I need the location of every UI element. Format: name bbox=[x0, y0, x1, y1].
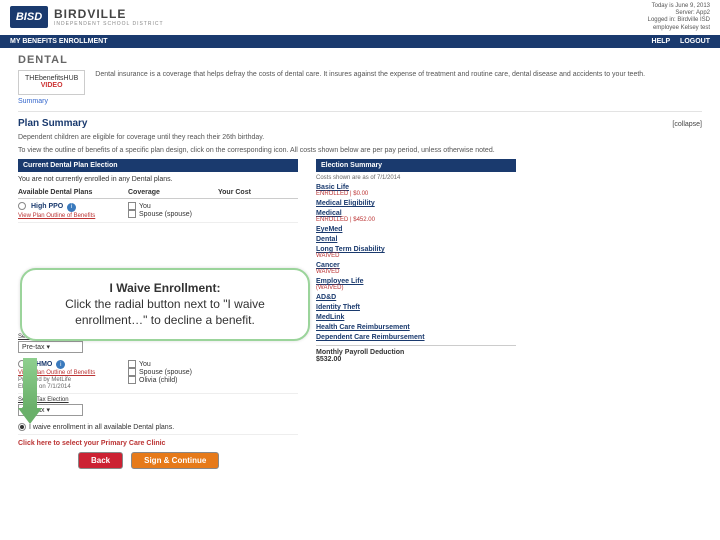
back-button[interactable]: Back bbox=[78, 452, 123, 469]
tax-election-label-2: Select Tax Election bbox=[18, 397, 298, 403]
collapse-toggle[interactable]: [collapse] bbox=[672, 121, 702, 128]
page-title: DENTAL bbox=[18, 54, 702, 66]
callout-title: I Waive Enrollment: bbox=[110, 281, 221, 295]
summary-item-sub: WAIVED bbox=[316, 253, 516, 259]
summary-item-sub: WAIVED bbox=[316, 269, 516, 275]
costs-asof: Costs shown are as of 7/1/2014 bbox=[316, 175, 516, 181]
logo: BISD BIRDVILLE INDEPENDENT SCHOOL DISTRI… bbox=[10, 6, 164, 28]
callout-body2: enrollment…" to decline a benefit. bbox=[36, 312, 294, 328]
plans-header: Available Dental Plans Coverage Your Cos… bbox=[18, 187, 298, 199]
session-meta: Today is June 9, 2013 Server: App2 Logge… bbox=[648, 3, 710, 32]
summary-item-head[interactable]: Dependent Care Reimbursement bbox=[316, 334, 516, 341]
summary-item-head[interactable]: AD&D bbox=[316, 294, 516, 301]
plan-row-high-ppo: High PPO i View Plan Outline of Benefits… bbox=[18, 199, 298, 222]
checkbox-you[interactable] bbox=[128, 202, 136, 210]
nav-logout[interactable]: LOGOUT bbox=[680, 38, 710, 45]
summary-item-sub: ENROLLED | $452.00 bbox=[316, 217, 516, 223]
summary-item-head[interactable]: Identity Theft bbox=[316, 304, 516, 311]
th-plans: Available Dental Plans bbox=[18, 189, 128, 196]
radio-waive[interactable] bbox=[18, 423, 26, 431]
summary-item-head[interactable]: EyeMed bbox=[316, 226, 516, 233]
note-outline: To view the outline of benefits of a spe… bbox=[18, 146, 702, 155]
hub-line2: VIDEO bbox=[25, 82, 78, 90]
summary-item-head[interactable]: MedLink bbox=[316, 314, 516, 321]
nav-help[interactable]: HELP bbox=[652, 38, 671, 45]
current-election-bar: Current Dental Plan Election bbox=[18, 159, 298, 172]
logo-subtext: INDEPENDENT SCHOOL DISTRICT bbox=[54, 21, 164, 27]
deduction-label: Monthly Payroll Deduction bbox=[316, 349, 516, 356]
arrow-icon bbox=[18, 358, 42, 424]
tax-election-select[interactable]: Pre-tax ▾ bbox=[18, 341, 83, 353]
summary-item-sub: (WAIVED) bbox=[316, 285, 516, 291]
th-cost: Your Cost bbox=[218, 189, 298, 196]
summary-item-head[interactable]: Medical bbox=[316, 210, 516, 217]
summary-item-sub: ENROLLED | $0.00 bbox=[316, 191, 516, 197]
plan-summary-heading: Plan Summary bbox=[18, 118, 87, 129]
callout-body1: Click the radial button next to "I waive bbox=[36, 296, 294, 312]
info-icon[interactable]: i bbox=[56, 360, 65, 369]
waive-row: I waive enrollment in all available Dent… bbox=[18, 420, 298, 435]
hub-line1: THEbenefitsHUB bbox=[25, 75, 78, 83]
summary-item-head[interactable]: Medical Eligibility bbox=[316, 200, 516, 207]
deduction-value: $532.00 bbox=[316, 356, 516, 363]
summary-item-head[interactable]: Dental bbox=[316, 236, 516, 243]
nav-title: MY BENEFITS ENROLLMENT bbox=[10, 38, 107, 45]
not-enrolled-text: You are not currently enrolled in any De… bbox=[18, 176, 298, 183]
sign-continue-button[interactable]: Sign & Continue bbox=[131, 452, 219, 469]
checkbox-spouse[interactable] bbox=[128, 210, 136, 218]
meta-employee: employee Kelsey test bbox=[648, 25, 710, 32]
logo-text: BIRDVILLE bbox=[54, 7, 164, 21]
checkbox-spouse[interactable] bbox=[128, 368, 136, 376]
election-summary-list: Basic LifeENROLLED | $0.00 Medical Eligib… bbox=[316, 184, 516, 341]
summary-item-head[interactable]: Basic Life bbox=[316, 184, 516, 191]
election-summary-bar: Election Summary bbox=[316, 159, 516, 172]
meta-date: Today is June 9, 2013 bbox=[648, 3, 710, 10]
summary-item-head[interactable]: Health Care Reimbursement bbox=[316, 324, 516, 331]
intro-text: Dental insurance is a coverage that help… bbox=[95, 70, 645, 105]
checkbox-you[interactable] bbox=[128, 360, 136, 368]
info-icon[interactable]: i bbox=[67, 203, 76, 212]
plan-name: High PPO bbox=[31, 203, 63, 210]
checkbox-child[interactable] bbox=[128, 376, 136, 384]
logo-badge: BISD bbox=[10, 6, 48, 28]
th-coverage: Coverage bbox=[128, 189, 218, 196]
radio-high-ppo[interactable] bbox=[18, 202, 26, 210]
view-benefits-link[interactable]: View Plan Outline of Benefits bbox=[18, 213, 95, 219]
primary-care-link[interactable]: Click here to select your Primary Care C… bbox=[18, 440, 298, 447]
waive-text: I waive enrollment in all available Dent… bbox=[29, 424, 174, 431]
summary-item-head[interactable]: Cancer bbox=[316, 262, 516, 269]
nav-bar: MY BENEFITS ENROLLMENT HELP LOGOUT bbox=[0, 35, 720, 48]
summary-item-head[interactable]: Long Term Disability bbox=[316, 246, 516, 253]
note-dependents: Dependent children are eligible for cove… bbox=[18, 133, 702, 142]
video-widget[interactable]: THEbenefitsHUB VIDEO bbox=[18, 70, 85, 95]
top-bar: BISD BIRDVILLE INDEPENDENT SCHOOL DISTRI… bbox=[0, 0, 720, 35]
meta-server: Server: App2 bbox=[648, 10, 710, 17]
summary-link[interactable]: Summary bbox=[18, 98, 85, 105]
summary-item-head[interactable]: Employee Life bbox=[316, 278, 516, 285]
instruction-callout: I Waive Enrollment: Click the radial but… bbox=[20, 268, 310, 341]
plan-row-dhmo: DHMO i View Plan Outline of Benefits Pro… bbox=[18, 357, 298, 394]
meta-logged: Logged in: Birdville ISD bbox=[648, 17, 710, 24]
